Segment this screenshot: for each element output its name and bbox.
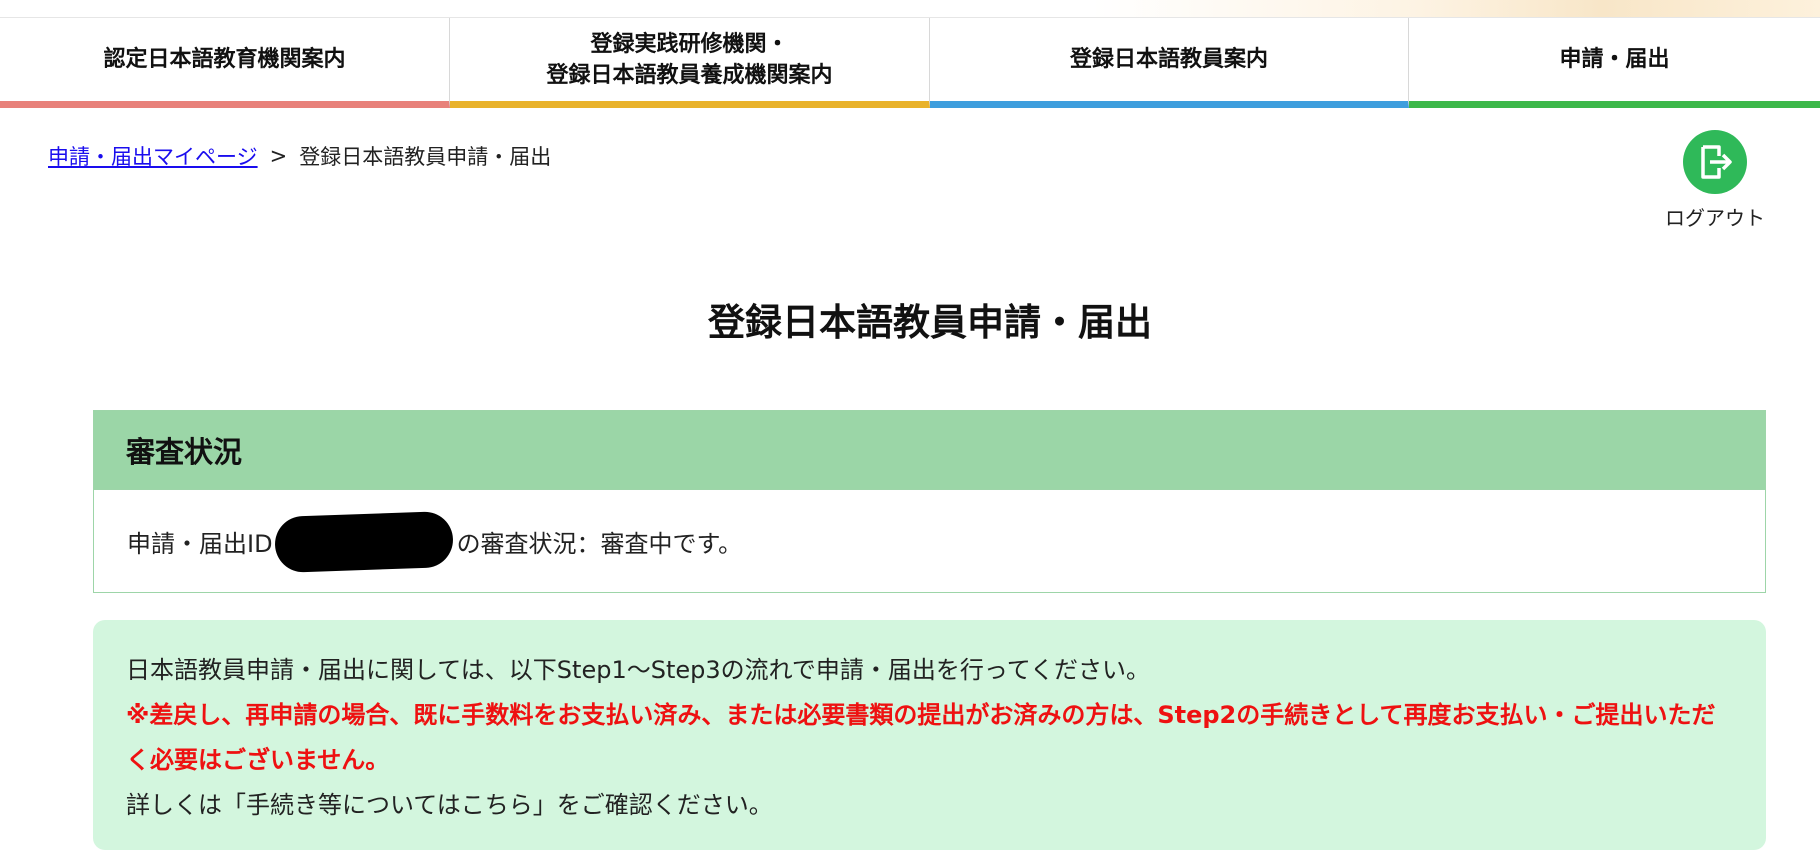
review-status-panel: 審査状況 申請・届出ID の審査状況：審査中です。 — [93, 410, 1766, 593]
logout-button[interactable]: ログアウト — [1660, 130, 1770, 231]
logout-label: ログアウト — [1665, 206, 1765, 230]
breadcrumb-current: 登録日本語教員申請・届出 — [299, 145, 552, 169]
nav-item-certified-institutions[interactable]: 認定日本語教育機関案内 — [0, 18, 450, 108]
logout-icon — [1683, 130, 1747, 194]
nav-item-applications[interactable]: 申請・届出 — [1409, 18, 1820, 108]
status-text-prefix: 申請・届出ID — [127, 530, 273, 558]
instructions-details-line: 詳しくは「手続き等についてはこちら」をご確認ください。 — [126, 791, 773, 819]
redacted-application-id — [273, 510, 454, 573]
breadcrumb-link-mypage[interactable]: 申請・届出マイページ — [48, 141, 258, 171]
instructions-line: 日本語教員申請・届出に関しては、以下Step1～Step3の流れで申請・届出を行… — [126, 656, 1150, 684]
status-text-suffix: の審査状況：審査中です。 — [456, 530, 743, 558]
breadcrumb-separator: > — [269, 144, 288, 168]
page-title: 登録日本語教員申請・届出 — [708, 301, 1152, 344]
instructions-panel: 日本語教員申請・届出に関しては、以下Step1～Step3の流れで申請・届出を行… — [93, 620, 1766, 850]
breadcrumb: 申請・届出マイページ > 登録日本語教員申請・届出 — [48, 141, 551, 171]
top-decor-strip — [0, 0, 1820, 18]
instructions-warning: ※差戻し、再申請の場合、既に手数料をお支払い済み、または必要書類の提出がお済みの… — [126, 701, 1716, 774]
nav-item-training-institutions[interactable]: 登録実践研修機関・ 登録日本語教員養成機関案内 — [450, 18, 930, 108]
review-status-body: 申請・届出ID の審査状況：審査中です。 — [94, 490, 1765, 593]
global-nav: 認定日本語教育機関案内 登録実践研修機関・ 登録日本語教員養成機関案内 登録日本… — [0, 18, 1820, 108]
nav-item-registered-teachers[interactable]: 登録日本語教員案内 — [930, 18, 1409, 108]
review-status-heading: 審査状況 — [94, 411, 1765, 490]
